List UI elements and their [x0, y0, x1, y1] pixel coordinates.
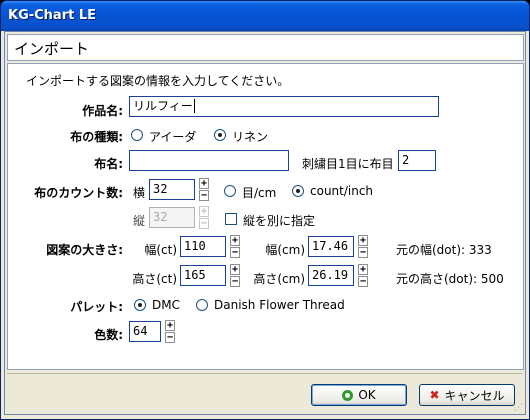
size-label: 図案の大きさ: [46, 243, 123, 257]
spinner-down-icon[interactable]: − [358, 247, 368, 258]
height-cm-label: 高さ(cm) [253, 272, 305, 286]
app-window: KG-Chart LE インポート インポートする図案の情報を入力してください。… [0, 0, 530, 420]
palette-label: パレット: [70, 300, 123, 314]
spinner-down-icon[interactable]: − [230, 276, 240, 287]
spinner-up-icon[interactable]: + [230, 235, 240, 246]
width-ct-input[interactable]: 110 [180, 236, 226, 257]
colors-input[interactable]: 64 [129, 321, 161, 342]
spinner-up-icon: + [199, 206, 209, 217]
cancel-button-label: キャンセル [444, 388, 505, 403]
colors-label: 色数: [94, 328, 123, 342]
spinner-down-icon[interactable]: − [358, 276, 368, 287]
radio-unit-cm[interactable] [224, 185, 236, 197]
height-dot-text: 元の高さ(dot): 500 [396, 272, 504, 286]
spinner-up-icon[interactable]: + [199, 178, 209, 189]
radio-aida-label: アイーダ [149, 130, 197, 144]
window-title: KG-Chart LE [8, 8, 97, 23]
page-title: インポート [14, 40, 90, 58]
ok-button-label: OK [358, 388, 376, 402]
spinner-up-icon[interactable]: + [165, 320, 175, 331]
separate-vertical-checkbox[interactable] [225, 213, 237, 225]
height-ct-input[interactable]: 165 [180, 265, 226, 286]
radio-unit-cm-label: 目/cm [242, 186, 277, 200]
width-cm-label: 幅(cm) [265, 243, 305, 257]
radio-linen[interactable] [214, 129, 226, 141]
spinner-down-icon: − [199, 218, 209, 229]
height-cm-spinner[interactable]: + − [358, 264, 368, 288]
radio-palette-dmc-label: DMC [152, 298, 180, 312]
spinner-down-icon[interactable]: − [230, 247, 240, 258]
stitch-label: 刺繍目1目に布目 [302, 157, 394, 171]
resize-grip-icon[interactable]: ⋰ [514, 403, 523, 413]
red-x-icon: ✖ [429, 388, 440, 402]
height-ct-spinner[interactable]: + − [230, 264, 240, 288]
height-ct-label: 高さ(ct) [132, 272, 177, 286]
width-cm-spinner[interactable]: + − [358, 235, 368, 259]
dialog-body: インポート インポートする図案の情報を入力してください。 作品名: リルフィー … [4, 31, 526, 415]
width-cm-input[interactable]: 17.46 [308, 236, 354, 257]
fabric-name-label: 布名: [94, 157, 123, 171]
ok-circle-icon [342, 389, 354, 401]
count-label: 布のカウント数: [34, 186, 123, 200]
height-cm-input[interactable]: 26.19 [308, 265, 354, 286]
work-name-input[interactable]: リルフィー [129, 96, 439, 117]
radio-aida[interactable] [131, 129, 143, 141]
spinner-up-icon[interactable]: + [358, 264, 368, 275]
width-ct-label: 幅(ct) [144, 243, 177, 257]
instruction-text: インポートする図案の情報を入力してください。 [26, 74, 290, 88]
cancel-button[interactable]: ✖ キャンセル [419, 384, 515, 406]
radio-linen-label: リネン [232, 130, 269, 144]
import-form: インポートする図案の情報を入力してください。 作品名: リルフィー 布の種類: … [7, 63, 524, 370]
count-vertical-spinner: + − [199, 206, 209, 230]
count-vertical-label: 縦 [133, 214, 146, 228]
count-horizontal-spinner[interactable]: + − [199, 178, 209, 202]
radio-palette-danish-label: Danish Flower Thread [214, 298, 345, 312]
work-name-label: 作品名: [82, 104, 123, 118]
colors-spinner[interactable]: + − [165, 320, 175, 344]
separate-vertical-label: 縦を別に指定 [243, 214, 316, 228]
width-dot-text: 元の幅(dot): 333 [396, 243, 492, 257]
spinner-down-icon[interactable]: − [199, 190, 209, 201]
page-header: インポート [7, 34, 524, 61]
count-horizontal-label: 横 [133, 186, 146, 200]
spinner-up-icon[interactable]: + [230, 264, 240, 275]
fabric-type-label: 布の種類: [70, 130, 123, 144]
fabric-name-input[interactable] [129, 150, 289, 171]
spinner-down-icon[interactable]: − [165, 332, 175, 343]
radio-palette-danish[interactable] [196, 299, 208, 311]
title-bar[interactable]: KG-Chart LE [1, 1, 529, 31]
radio-palette-dmc[interactable] [134, 299, 146, 311]
stitch-input[interactable]: 2 [398, 150, 436, 171]
count-horizontal-input[interactable]: 32 [149, 179, 195, 200]
footer-divider [7, 373, 522, 374]
width-ct-spinner[interactable]: + − [230, 235, 240, 259]
count-vertical-input: 32 [149, 207, 195, 228]
radio-unit-inch-label: count/inch [310, 184, 374, 198]
spinner-up-icon[interactable]: + [358, 235, 368, 246]
ok-button[interactable]: OK [311, 384, 407, 406]
radio-unit-inch[interactable] [292, 185, 304, 197]
